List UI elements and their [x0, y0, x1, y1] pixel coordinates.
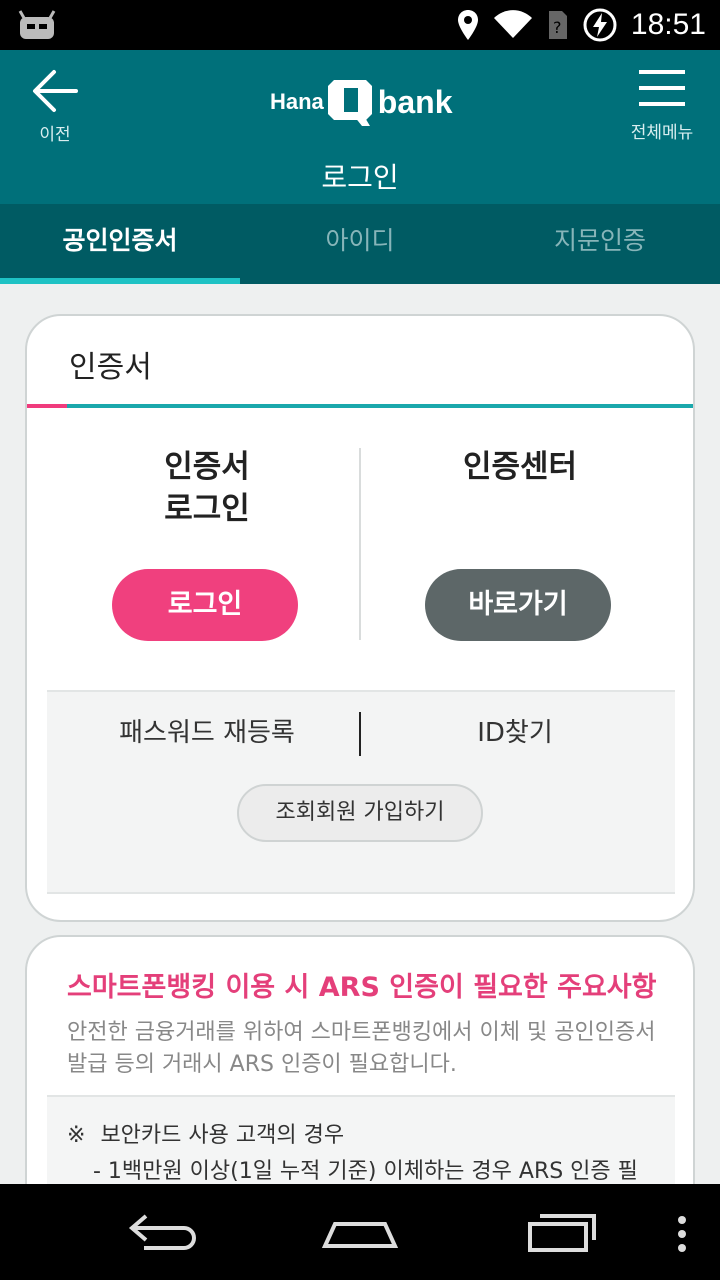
link-separator — [359, 712, 361, 756]
hamburger-menu-icon — [639, 70, 685, 106]
recent-apps-nav-icon[interactable] — [524, 1202, 600, 1258]
notice-item: ※ 보안카드 사용 고객의 경우 — [67, 1117, 344, 1149]
arrow-left-icon — [33, 70, 78, 112]
password-reregister-link[interactable]: 패스워드 재등록 — [57, 712, 357, 749]
page-title: 로그인 — [321, 161, 399, 194]
notice-item-detail: - 1백만원 이상(1일 누적 기준) 이체하는 경우 ARS 인증 필 — [93, 1159, 638, 1184]
location-icon — [457, 10, 478, 40]
join-inquiry-member-button[interactable]: 조회회원 가입하기 — [237, 784, 483, 842]
hana-bank-logo: Hana bank — [270, 74, 460, 130]
more-options-icon[interactable] — [674, 1202, 690, 1258]
cert-login-title: 인증서 로그인 — [164, 449, 250, 527]
card-divider — [27, 404, 693, 408]
full-menu-label: 전체메뉴 — [630, 123, 694, 143]
find-id-link[interactable]: ID찾기 — [365, 712, 665, 749]
login-method-tabs: 공인인증서 아이디 지문인증 — [0, 204, 720, 284]
account-help-panel: 패스워드 재등록 ID찾기 조회회원 가입하기 — [47, 690, 675, 894]
status-time: 18:51 — [630, 8, 706, 41]
certificate-card: 인증서 인증서 로그인 인증센터 로그인 바로가기 패스워드 재등록 ID찾기 … — [25, 314, 695, 922]
reference-mark: ※ — [67, 1123, 86, 1148]
go-to-cert-center-button[interactable]: 바로가기 — [425, 569, 611, 641]
tab-id[interactable]: 아이디 — [240, 204, 480, 284]
system-navigation-bar — [0, 1184, 720, 1280]
notice-title: 스마트폰뱅킹 이용 시 ARS 인증이 필요한 주요사항 — [67, 972, 657, 1003]
notice-item-title: 보안카드 사용 고객의 경우 — [100, 1123, 345, 1148]
tab-certificate[interactable]: 공인인증서 — [0, 204, 240, 284]
tab-fingerprint[interactable]: 지문인증 — [480, 204, 720, 284]
cert-center-section: 인증센터 — [360, 446, 680, 488]
logo-q-icon — [327, 80, 372, 126]
cert-center-title: 인증센터 — [462, 449, 578, 485]
cert-login-section: 인증서 로그인 — [47, 446, 367, 530]
no-sim-icon: ? — [548, 11, 567, 39]
login-button[interactable]: 로그인 — [112, 569, 298, 641]
app-header: 이전 Hana bank 전체메뉴 로그인 — [0, 50, 720, 204]
home-nav-icon[interactable] — [320, 1202, 400, 1258]
status-bar: ? 18:51 — [0, 0, 720, 50]
battery-charging-icon — [583, 8, 617, 42]
certificate-card-title: 인증서 — [69, 350, 152, 385]
android-robot-icon — [18, 10, 56, 39]
svg-text:?: ? — [553, 18, 562, 37]
back-nav-icon[interactable] — [124, 1202, 196, 1258]
notice-body: 안전한 금융거래를 위하여 스마트폰뱅킹에서 이체 및 공인인증서 발급 등의 … — [67, 1020, 656, 1077]
wifi-icon — [493, 10, 532, 38]
back-label: 이전 — [39, 125, 71, 145]
